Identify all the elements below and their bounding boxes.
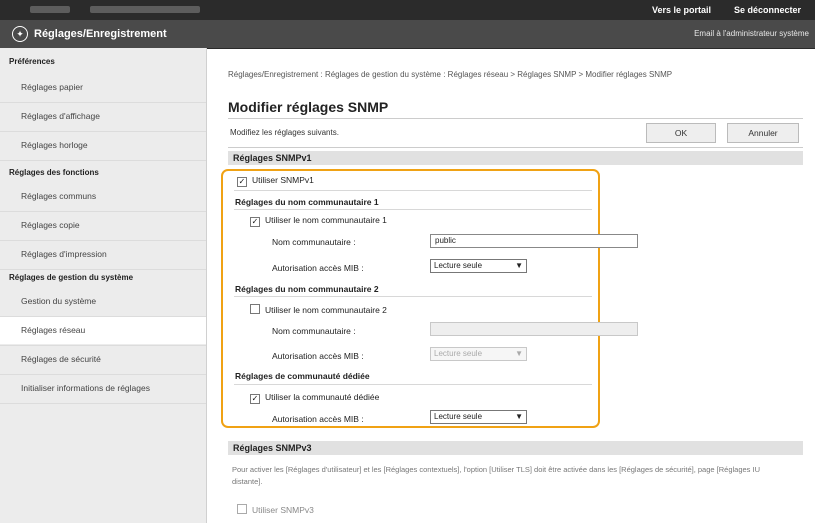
sidebar-item-print[interactable]: Réglages d'impression [0,241,206,268]
divider [0,269,206,270]
instruction-text: Modifiez les réglages suivants. [230,128,339,137]
sidebar-item-system-management[interactable]: Gestion du système [0,288,206,315]
divider [228,147,803,148]
title-bar: ✦ Réglages/Enregistrement Email à l'admi… [0,20,815,49]
cancel-button[interactable]: Annuler [727,123,799,143]
top-bar: Vers le portail Se déconnecter [0,0,815,20]
sidebar-section-preferences: Préférences [9,57,55,66]
community1-mib-select[interactable]: Lecture seule ▼ [430,259,527,273]
divider [234,384,592,385]
sidebar-item-reset-settings[interactable]: Initialiser informations de réglages [0,375,206,402]
sidebar-item-network[interactable]: Réglages réseau [0,317,206,344]
sidebar-section-functions: Réglages des fonctions [9,168,99,177]
community1-mib-label: Autorisation accès MIB : [272,263,364,273]
obscured-text [90,6,200,13]
community1-mib-value: Lecture seule [434,261,483,270]
dedicated-mib-label: Autorisation accès MIB : [272,414,364,424]
breadcrumb: Réglages/Enregistrement : Réglages de ge… [228,70,673,79]
sidebar-item-display[interactable]: Réglages d'affichage [0,103,206,130]
use-snmpv3-label: Utiliser SNMPv3 [252,505,314,515]
app-title: Réglages/Enregistrement [34,28,167,40]
community2-header: Réglages du nom communautaire 2 [235,284,379,294]
app-logo-icon: ✦ [12,26,28,42]
snmpv1-section-header: Réglages SNMPv1 [228,151,803,165]
community1-name-label: Nom communautaire : [272,237,356,247]
sidebar-item-common[interactable]: Réglages communs [0,183,206,210]
chevron-down-icon: ▼ [515,261,523,270]
divider [234,209,592,210]
snmpv3-note: Pour activer les [Réglages d'utilisateur… [232,465,761,486]
page-title: Modifier réglages SNMP [228,99,389,115]
dedicated-mib-select[interactable]: Lecture seule ▼ [430,410,527,424]
use-snmpv1-label: Utiliser SNMPv1 [252,175,314,185]
ok-button[interactable]: OK [646,123,716,143]
sidebar-item-copy[interactable]: Réglages copie [0,212,206,239]
use-dedicated-checkbox[interactable]: ✓ Utiliser la communauté dédiée [250,392,379,404]
community1-header: Réglages du nom communautaire 1 [235,197,379,207]
community2-mib-label: Autorisation accès MIB : [272,351,364,361]
divider [0,403,206,404]
use-community2-label: Utiliser le nom communautaire 2 [265,305,387,315]
divider [228,118,803,119]
checkbox-checked-icon[interactable]: ✓ [250,217,260,227]
community2-mib-value: Lecture seule [434,349,483,358]
portal-link[interactable]: Vers le portail [652,5,711,15]
community2-name-input[interactable] [430,322,638,336]
snmpv1-highlight-box [221,169,600,428]
use-community2-checkbox[interactable]: Utiliser le nom communautaire 2 [250,304,387,315]
use-community1-checkbox[interactable]: ✓ Utiliser le nom communautaire 1 [250,215,387,227]
sidebar-item-clock[interactable]: Réglages horloge [0,132,206,159]
checkbox-checked-icon[interactable]: ✓ [237,177,247,187]
obscured-text [30,6,70,13]
sidebar-section-system: Réglages de gestion du système [9,273,134,282]
checkbox-unchecked-icon[interactable] [250,304,260,314]
divider [0,160,206,161]
sidebar: Préférences Réglages papier Réglages d'a… [0,48,207,523]
dedicated-mib-value: Lecture seule [434,412,483,421]
checkbox-checked-icon[interactable]: ✓ [250,394,260,404]
admin-email-link[interactable]: Email à l'administrateur système [694,29,809,38]
community2-mib-select[interactable]: Lecture seule ▼ [430,347,527,361]
sidebar-item-security[interactable]: Réglages de sécurité [0,346,206,373]
use-snmpv3-checkbox[interactable]: Utiliser SNMPv3 [237,504,314,515]
logout-link[interactable]: Se déconnecter [734,5,801,15]
use-community1-label: Utiliser le nom communautaire 1 [265,215,387,225]
use-dedicated-label: Utiliser la communauté dédiée [265,392,380,402]
dedicated-header: Réglages de communauté dédiée [235,371,370,381]
community1-name-input[interactable]: public [430,234,638,248]
checkbox-unchecked-icon[interactable] [237,504,247,514]
sidebar-item-paper[interactable]: Réglages papier [0,74,206,101]
snmpv3-section-header: Réglages SNMPv3 [228,441,803,455]
chevron-down-icon: ▼ [515,412,523,421]
divider [234,296,592,297]
divider [234,190,592,191]
use-snmpv1-checkbox[interactable]: ✓ Utiliser SNMPv1 [237,175,314,187]
community2-name-label: Nom communautaire : [272,326,356,336]
chevron-down-icon: ▼ [515,349,523,358]
